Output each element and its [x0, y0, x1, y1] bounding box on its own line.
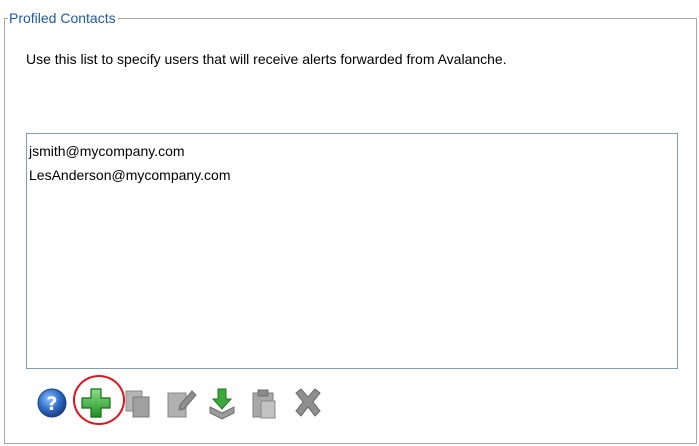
paste-contact-button[interactable]: [246, 383, 282, 423]
list-item[interactable]: jsmith@mycompany.com: [29, 142, 185, 160]
add-icon: [81, 388, 111, 418]
list-item[interactable]: LesAnderson@mycompany.com: [29, 166, 230, 184]
help-icon: ?: [37, 388, 67, 418]
svg-text:?: ?: [46, 393, 57, 415]
group-description: Use this list to specify users that will…: [26, 51, 507, 67]
paste-icon: [252, 389, 276, 419]
profiled-contacts-panel: Profiled Contacts Use this list to speci…: [0, 0, 699, 446]
edit-contact-button[interactable]: [162, 383, 198, 423]
delete-contact-button[interactable]: [290, 383, 326, 423]
delete-icon: [295, 388, 321, 417]
copy-icon: [125, 390, 150, 418]
import-icon: [209, 388, 235, 420]
edit-icon: [167, 390, 197, 418]
group-title: Profiled Contacts: [8, 9, 118, 27]
help-button[interactable]: ?: [34, 383, 70, 423]
contacts-listbox[interactable]: jsmith@mycompany.com LesAnderson@mycompa…: [26, 133, 678, 369]
copy-contact-button[interactable]: [120, 383, 156, 423]
add-contact-button[interactable]: [78, 383, 114, 423]
import-contacts-button[interactable]: [204, 383, 240, 423]
